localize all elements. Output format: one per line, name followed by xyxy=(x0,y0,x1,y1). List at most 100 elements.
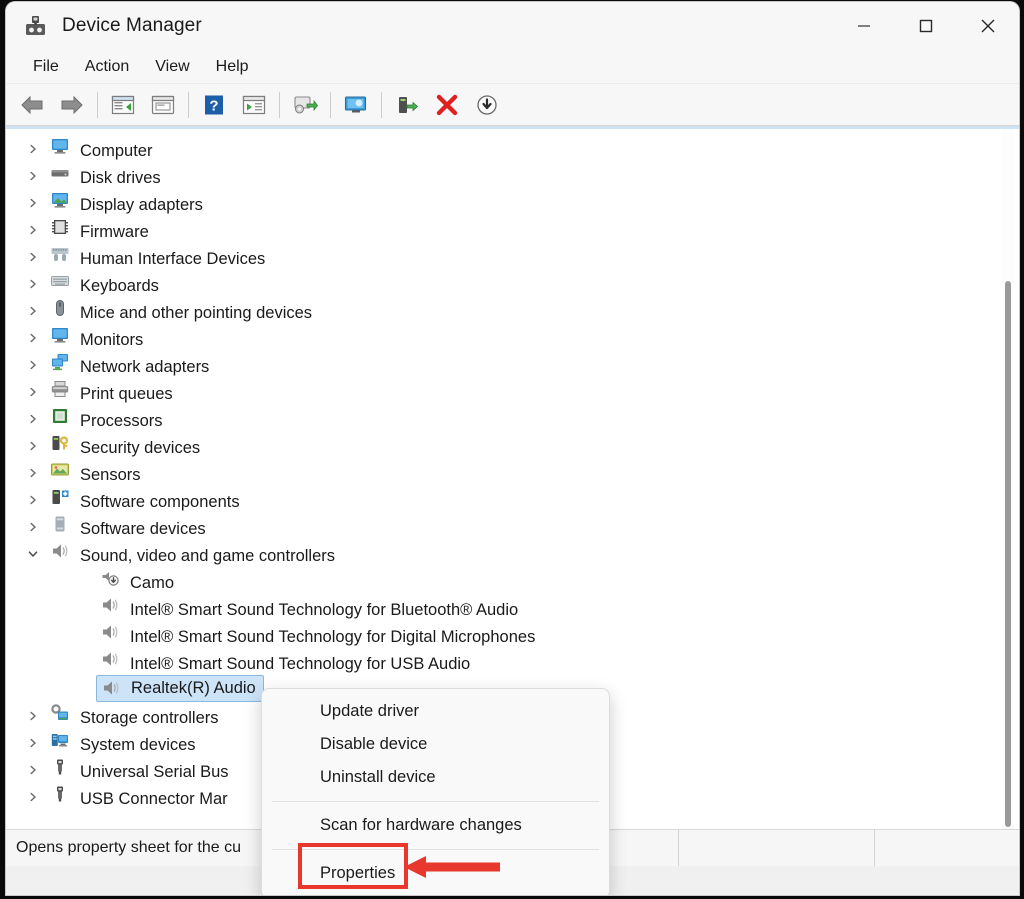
context-menu-item-scan-for-hardware-changes[interactable]: Scan for hardware changes xyxy=(262,809,609,842)
tree-item[interactable]: Print queues xyxy=(6,378,1019,405)
chevron-right-icon[interactable] xyxy=(24,275,42,293)
device-manager-icon xyxy=(22,13,48,39)
tree-item-content: Intel® Smart Sound Technology for Digita… xyxy=(100,622,535,647)
chevron-right-icon[interactable] xyxy=(24,464,42,482)
tree-item[interactable]: Mice and other pointing devices xyxy=(6,297,1019,324)
forward-arrow-icon[interactable] xyxy=(55,88,89,122)
software-component-icon xyxy=(50,490,70,511)
chevron-right-icon[interactable] xyxy=(24,518,42,536)
show-hide-console-tree-icon[interactable] xyxy=(106,88,140,122)
help-icon[interactable]: ? xyxy=(197,88,231,122)
chevron-right-icon[interactable] xyxy=(24,167,42,185)
minimize-icon[interactable] xyxy=(833,2,895,50)
chevron-right-icon[interactable] xyxy=(24,194,42,212)
toolbar-separator xyxy=(330,91,331,118)
uninstall-device-icon[interactable] xyxy=(430,88,464,122)
update-driver-icon[interactable] xyxy=(237,88,271,122)
usb-icon xyxy=(50,786,70,808)
tree-item[interactable]: Intel® Smart Sound Technology for Digita… xyxy=(6,621,1019,648)
tree-item[interactable]: Sound, video and game controllers xyxy=(6,540,1019,567)
tree-item[interactable]: Keyboards xyxy=(6,270,1019,297)
chevron-down-icon[interactable] xyxy=(24,545,42,563)
chevron-right-icon[interactable] xyxy=(24,761,42,779)
tree-item[interactable]: Security devices xyxy=(6,432,1019,459)
context-menu-item-properties[interactable]: Properties xyxy=(262,857,609,890)
tree-item-label: Software devices xyxy=(80,520,206,538)
tree-item[interactable]: Human Interface Devices xyxy=(6,243,1019,270)
tree-item-content: Realtek(R) Audio xyxy=(96,675,264,702)
tree-item-content: Computer xyxy=(50,136,152,161)
tree-item-content: Universal Serial Bus xyxy=(50,757,229,782)
tree-item[interactable]: Computer xyxy=(6,135,1019,162)
chevron-right-icon[interactable] xyxy=(24,491,42,509)
scan-for-hardware-changes-icon[interactable] xyxy=(288,88,322,122)
tree-item[interactable]: Software devices xyxy=(6,513,1019,540)
context-menu-item-label: Update driver xyxy=(320,702,420,720)
menu-help[interactable]: Help xyxy=(203,54,262,80)
tree-item-content: Intel® Smart Sound Technology for USB Au… xyxy=(100,649,470,674)
chevron-right-icon[interactable] xyxy=(24,221,42,239)
maximize-icon[interactable] xyxy=(895,2,957,50)
tree-item[interactable]: Intel® Smart Sound Technology for USB Au… xyxy=(6,648,1019,675)
menu-view[interactable]: View xyxy=(142,54,202,80)
context-menu-item-uninstall-device[interactable]: Uninstall device xyxy=(262,761,609,794)
menu-action[interactable]: Action xyxy=(72,54,142,80)
properties-icon[interactable] xyxy=(146,88,180,122)
tree-item[interactable]: Disk drives xyxy=(6,162,1019,189)
tree-item[interactable]: Firmware xyxy=(6,216,1019,243)
tree-item[interactable]: Processors xyxy=(6,405,1019,432)
disable-device-icon[interactable] xyxy=(470,88,504,122)
chevron-right-icon[interactable] xyxy=(24,248,42,266)
tree-item-label: Disk drives xyxy=(80,169,161,187)
status-separator xyxy=(678,830,679,866)
tree-item[interactable]: Camo xyxy=(6,567,1019,594)
chevron-right-icon[interactable] xyxy=(24,140,42,158)
speaker-icon xyxy=(101,678,121,698)
chevron-right-icon[interactable] xyxy=(24,356,42,374)
tree-item[interactable]: Display adapters xyxy=(6,189,1019,216)
tree-item[interactable]: Network adapters xyxy=(6,351,1019,378)
tree-item[interactable]: Monitors xyxy=(6,324,1019,351)
tree-item-content: Human Interface Devices xyxy=(50,244,265,269)
speaker-icon xyxy=(100,598,120,619)
tree-item[interactable]: Intel® Smart Sound Technology for Blueto… xyxy=(6,594,1019,621)
tree-item[interactable]: Software components xyxy=(6,486,1019,513)
tree-item-label: System devices xyxy=(80,736,196,754)
menu-file[interactable]: File xyxy=(20,54,72,80)
tree-item-label: Monitors xyxy=(80,331,144,349)
chevron-right-icon[interactable] xyxy=(24,302,42,320)
context-menu-item-disable-device[interactable]: Disable device xyxy=(262,728,609,761)
chevron-right-icon[interactable] xyxy=(24,383,42,401)
context-menu-item-update-driver[interactable]: Update driver xyxy=(262,695,609,728)
window-title: Device Manager xyxy=(62,15,202,36)
vertical-scrollbar[interactable] xyxy=(1001,129,1015,829)
scrollbar-thumb[interactable] xyxy=(1005,281,1011,827)
show-hidden-devices-icon[interactable] xyxy=(339,88,373,122)
tree-item-content: Storage controllers xyxy=(50,703,219,728)
close-icon[interactable] xyxy=(957,2,1019,50)
monitor-icon xyxy=(50,328,70,349)
tree-item-label: Mice and other pointing devices xyxy=(80,304,313,322)
enable-device-icon[interactable] xyxy=(390,88,424,122)
tree-item-label: Software components xyxy=(80,493,240,511)
processor-icon xyxy=(50,409,70,430)
camo-icon xyxy=(100,572,120,592)
tree-item-label: Storage controllers xyxy=(80,709,219,727)
tree-item-content: Processors xyxy=(50,406,163,431)
chevron-right-icon[interactable] xyxy=(24,437,42,455)
tree-item-content: USB Connector Mar xyxy=(50,784,228,809)
menu-bar: File Action View Help xyxy=(6,50,1019,84)
toolbar-separator xyxy=(279,91,280,118)
tree-item-label: Computer xyxy=(80,142,153,160)
back-arrow-icon[interactable] xyxy=(15,88,49,122)
chevron-right-icon[interactable] xyxy=(24,788,42,806)
chevron-right-icon[interactable] xyxy=(24,410,42,428)
svg-text:?: ? xyxy=(209,97,218,114)
device-manager-window: Device Manager File Action View Help ? C… xyxy=(6,2,1019,895)
chevron-right-icon[interactable] xyxy=(24,329,42,347)
tree-item-content: Security devices xyxy=(50,433,200,458)
chevron-right-icon[interactable] xyxy=(24,734,42,752)
chevron-right-icon[interactable] xyxy=(24,707,42,725)
disk-drive-icon xyxy=(50,169,70,187)
tree-item[interactable]: Sensors xyxy=(6,459,1019,486)
